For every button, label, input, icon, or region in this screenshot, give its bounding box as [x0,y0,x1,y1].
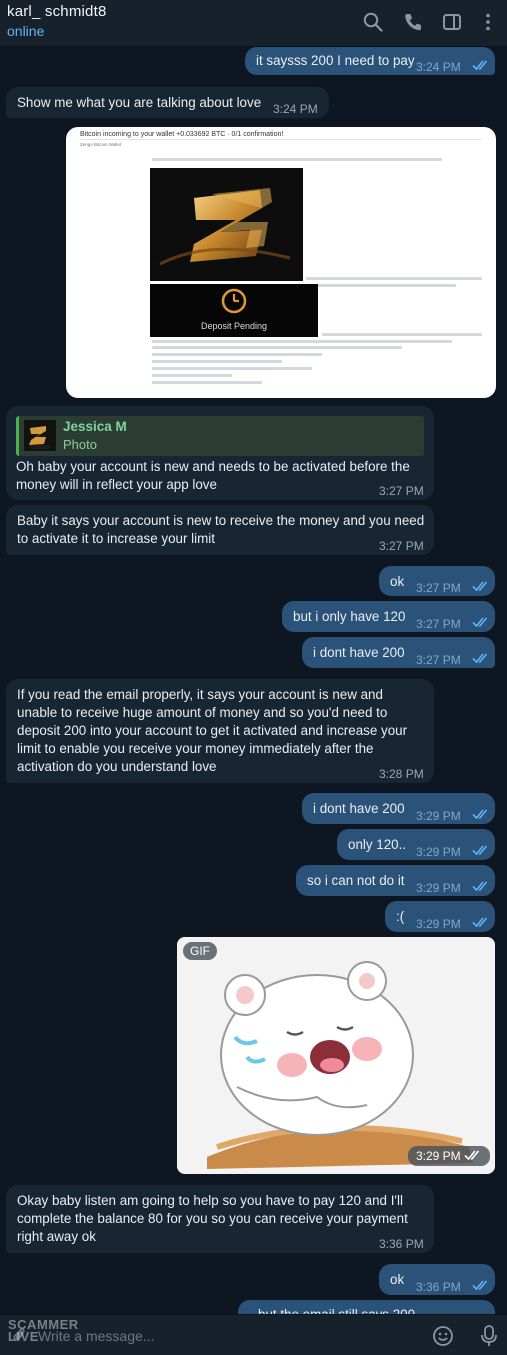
message-time: 3:27 PM [416,581,461,595]
message-incoming[interactable]: If you read the email properly, it says … [6,679,434,783]
message-outgoing[interactable]: :( 3:29 PM [385,901,495,932]
message-outgoing[interactable]: but i only have 120 3:27 PM [282,601,495,632]
scammer-live-watermark: SCAMMER LIVE [8,1317,79,1344]
message-time-badge: 3:29 PM [407,1146,490,1166]
message-text: ok [390,1272,405,1287]
message-text: only 120.. [348,837,407,852]
message-text: but i only have 120 [293,609,406,624]
message-time: 3:36 PM [416,1280,461,1294]
double-check-icon [472,880,490,892]
message-outgoing[interactable]: only 120.. 3:29 PM [337,829,495,860]
message-text: ok [390,574,405,589]
message-text: it saysss 200 I need to pay [256,53,415,68]
double-check-icon [472,580,490,592]
contact-name[interactable]: karl_ schmidt8 [7,3,107,20]
message-time: 3:27 PM [379,539,424,553]
phone-icon[interactable] [402,11,424,33]
message-time: 3:29 PM [416,845,461,859]
message-incoming[interactable]: Baby it says your account is new to rece… [6,505,434,555]
message-outgoing[interactable]: so i can not do it 3:29 PM [296,865,495,896]
message-time: 3:29 PM [416,881,461,895]
message-outgoing[interactable]: ok 3:27 PM [379,566,495,596]
search-icon[interactable] [362,11,384,33]
crying-bear-gif [177,937,495,1174]
message-text: Baby it says your account is new to rece… [17,513,425,546]
double-check-icon [472,1279,490,1291]
zengo-logo-image [150,168,303,281]
gif-message[interactable]: GIF 3:29 PM [177,937,495,1174]
message-time: 3:29 PM [415,1149,461,1163]
microphone-icon[interactable] [478,1324,500,1348]
message-outgoing[interactable]: it saysss 200 I need to pay 3:24 PM [245,47,495,75]
double-check-icon [472,808,490,820]
deposit-pending-label: Deposit Pending [200,321,268,331]
message-time: 3:27 PM [416,653,461,667]
double-check-icon [472,844,490,856]
message-text: :( [396,909,405,924]
more-vert-icon[interactable] [477,11,499,33]
email-sender: Zengo Bitcoin Wallet [80,142,122,147]
sidebar-toggle-icon[interactable] [441,11,463,33]
message-text: i dont have 200 [313,801,405,816]
message-text: i dont have 200 [313,645,405,660]
message-time: 3:24 PM [273,102,318,116]
chat-header: karl_ schmidt8 online [0,0,507,47]
message-text: Okay baby listen am going to help so you… [17,1193,408,1244]
message-outgoing[interactable]: ok 3:36 PM [379,1264,495,1295]
message-outgoing[interactable]: i dont have 200 3:27 PM [302,637,495,668]
email-subject: Bitcoin incoming to your wallet +0.03369… [80,131,284,138]
message-time: 3:27 PM [416,617,461,631]
message-time: 3:29 PM [416,809,461,823]
gif-badge: GIF [183,942,217,960]
message-time: 3:24 PM [416,60,461,74]
message-text: Oh baby your account is new and needs to… [16,459,410,492]
message-incoming[interactable]: Show me what you are talking about love … [6,87,329,118]
double-check-icon [472,616,490,628]
message-incoming[interactable]: Okay baby listen am going to help so you… [6,1185,434,1253]
message-time: 3:28 PM [379,767,424,781]
double-check-icon [464,1149,482,1161]
message-text: so i can not do it [307,873,405,888]
contact-status: online [7,23,45,39]
message-text: Show me what you are talking about love [17,95,262,110]
double-check-icon [472,916,490,928]
deposit-pending-image: Deposit Pending [150,284,318,337]
reply-thumbnail [24,420,56,451]
email-screenshot-image[interactable]: Bitcoin incoming to your wallet +0.03369… [66,127,496,398]
reply-sender-name: Jessica M [63,419,127,434]
double-check-icon [472,59,490,71]
message-time: 3:36 PM [379,1237,424,1251]
message-time: 3:27 PM [379,484,424,498]
double-check-icon [472,652,490,664]
reply-media-type: Photo [63,437,97,452]
message-outgoing[interactable]: i dont have 200 3:29 PM [302,793,495,824]
emoji-icon[interactable] [432,1325,454,1347]
message-text: If you read the email properly, it says … [17,687,408,774]
reply-preview[interactable]: Jessica M Photo [16,416,424,456]
message-time: 3:29 PM [416,917,461,931]
